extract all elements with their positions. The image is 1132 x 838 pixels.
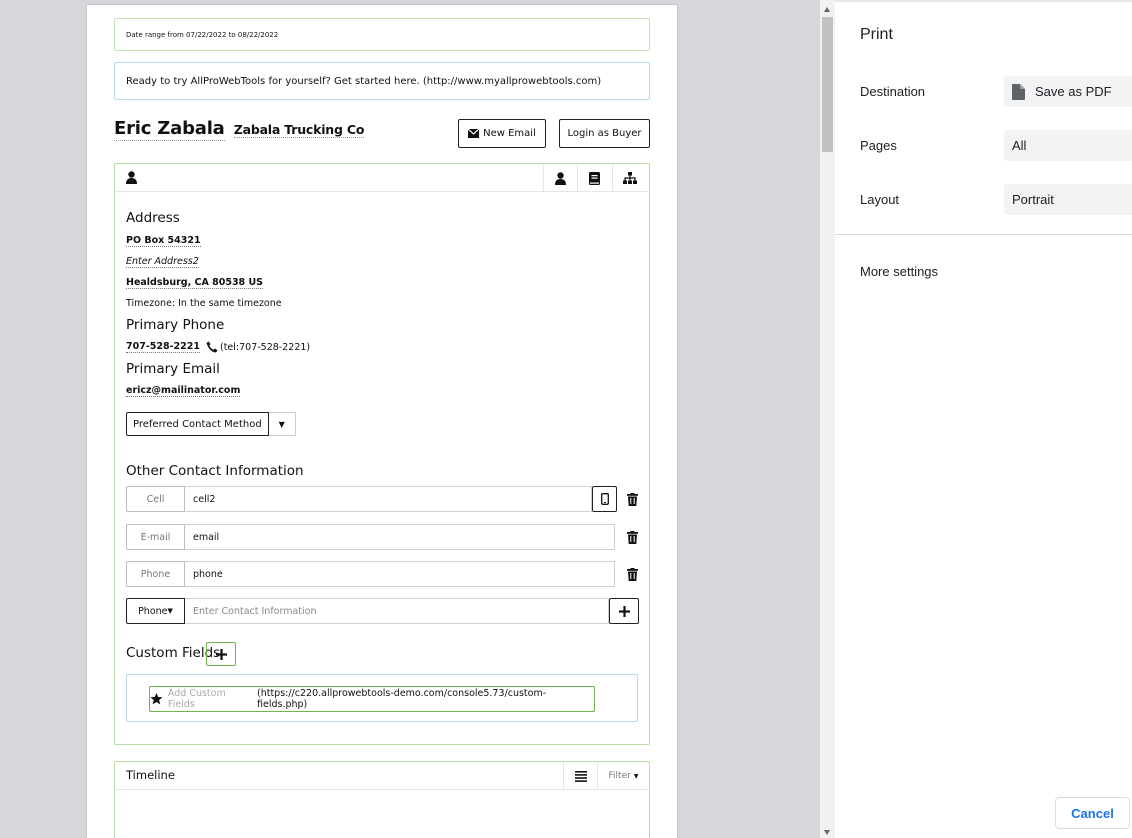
- person-icon: [555, 171, 566, 185]
- primary-phone-title: Primary Phone: [126, 317, 225, 333]
- preferred-contact-dropdown[interactable]: Preferred Contact Method ▼: [126, 412, 296, 436]
- pages-value: All: [1012, 138, 1027, 153]
- mobile-icon: [600, 493, 609, 505]
- scroll-thumb[interactable]: [822, 17, 833, 152]
- timeline-filter-label: Filter: [608, 771, 631, 781]
- primary-phone-number[interactable]: 707-528-2221: [126, 341, 200, 353]
- delete-email-button[interactable]: [625, 529, 639, 545]
- print-settings-panel: Print Destination Save as PDF Pages All …: [835, 0, 1132, 838]
- tab-notes[interactable]: [577, 164, 611, 192]
- contact-value-input[interactable]: email: [185, 524, 615, 550]
- contact-row-phone: Phone phone: [126, 561, 615, 587]
- contact-type-value: Phone: [138, 605, 168, 617]
- new-email-button[interactable]: New Email: [458, 119, 546, 148]
- timeline-card: Timeline Filter ▼: [114, 761, 650, 838]
- caret-down-icon[interactable]: ▼: [268, 412, 296, 436]
- new-contact-input[interactable]: Enter Contact Information: [185, 598, 609, 624]
- contact-type-label: E-mail: [126, 524, 185, 550]
- list-icon: [574, 770, 587, 782]
- date-range-text: Date range from 07/22/2022 to 08/22/2022: [126, 31, 279, 39]
- mobile-button[interactable]: [592, 486, 617, 512]
- cancel-label: Cancel: [1071, 805, 1114, 821]
- scroll-down-arrow[interactable]: [824, 830, 830, 835]
- pdf-file-icon: [1012, 83, 1025, 100]
- star-icon: [150, 693, 163, 705]
- org-chart-icon: [622, 172, 637, 184]
- primary-phone-row: 707-528-2221 (tel:707-528-2221): [126, 341, 310, 353]
- plus-icon: [215, 648, 227, 660]
- delete-phone-button[interactable]: [625, 566, 639, 582]
- destination-select[interactable]: Save as PDF: [1004, 76, 1132, 107]
- add-custom-fields-label: Add Custom Fields: [167, 688, 226, 710]
- login-as-buyer-label: Login as Buyer: [567, 128, 642, 139]
- primary-email-value[interactable]: ericz@mailinator.com: [126, 385, 241, 397]
- address-line2[interactable]: Enter Address2: [126, 256, 199, 268]
- tab-hierarchy[interactable]: [612, 164, 646, 192]
- timeline-title: Timeline: [126, 768, 175, 782]
- print-preview-area: Date range from 07/22/2022 to 08/22/2022…: [0, 0, 820, 838]
- contact-type-label: Phone: [126, 561, 185, 587]
- trash-icon: [626, 492, 638, 506]
- address-title: Address: [126, 210, 180, 226]
- primary-phone-tel: (tel:707-528-2221): [220, 341, 311, 353]
- preview-page: Date range from 07/22/2022 to 08/22/2022…: [87, 5, 677, 838]
- trash-icon: [626, 567, 638, 581]
- new-email-label: New Email: [483, 128, 536, 139]
- cancel-button[interactable]: Cancel: [1055, 797, 1130, 829]
- more-settings-toggle[interactable]: More settings: [860, 264, 938, 279]
- phone-icon[interactable]: [206, 341, 218, 353]
- timeline-list-button[interactable]: [563, 762, 597, 790]
- promo-banner: Ready to try AllProWebTools for yourself…: [114, 62, 650, 100]
- panel-divider: [835, 234, 1132, 235]
- add-custom-fields-link[interactable]: Add Custom Fields (https://c220.allprowe…: [149, 686, 595, 712]
- contact-header: Eric Zabala Zabala Trucking Co: [114, 118, 364, 141]
- contact-type-select[interactable]: Phone ▼: [126, 598, 185, 624]
- company-name[interactable]: Zabala Trucking Co: [233, 122, 364, 138]
- promo-text: Ready to try AllProWebTools for yourself…: [126, 76, 602, 87]
- layout-label: Layout: [860, 192, 900, 207]
- address-city-line[interactable]: Healdsburg, CA 80538 US: [126, 277, 264, 289]
- address-line1[interactable]: PO Box 54321: [126, 235, 201, 247]
- timezone-text: Timezone: In the same timezone: [126, 298, 282, 309]
- destination-label: Destination: [860, 84, 926, 99]
- layout-value: Portrait: [1012, 192, 1054, 207]
- delete-cell-button[interactable]: [625, 491, 639, 507]
- print-title: Print: [860, 26, 893, 43]
- date-range-banner: Date range from 07/22/2022 to 08/22/2022: [114, 18, 650, 51]
- contact-card: Address PO Box 54321 Enter Address2 Heal…: [114, 163, 650, 745]
- contact-name[interactable]: Eric Zabala: [114, 118, 225, 141]
- add-contact-button[interactable]: [609, 598, 639, 624]
- preferred-contact-label[interactable]: Preferred Contact Method: [126, 412, 269, 436]
- pages-select[interactable]: All: [1004, 130, 1132, 161]
- pages-label: Pages: [860, 138, 897, 153]
- timeline-filter-dropdown[interactable]: Filter ▼: [597, 762, 649, 790]
- tab-contact[interactable]: [543, 164, 577, 192]
- destination-value: Save as PDF: [1035, 84, 1112, 99]
- contact-card-header: [115, 164, 649, 192]
- other-contact-title: Other Contact Information: [126, 463, 304, 479]
- timeline-header: Timeline Filter ▼: [115, 762, 649, 790]
- new-contact-row: Phone ▼ Enter Contact Information: [126, 598, 639, 624]
- layout-select[interactable]: Portrait: [1004, 184, 1132, 215]
- contact-type-label: Cell: [126, 486, 185, 512]
- scroll-up-arrow[interactable]: [824, 7, 830, 12]
- add-custom-field-button[interactable]: [206, 642, 236, 666]
- trash-icon: [626, 530, 638, 544]
- book-icon: [589, 171, 600, 185]
- contact-row-cell: Cell cell2: [126, 486, 617, 512]
- person-icon: [126, 171, 137, 184]
- plus-icon: [618, 605, 630, 617]
- contact-value-input[interactable]: cell2: [185, 486, 592, 512]
- contact-row-email: E-mail email: [126, 524, 615, 550]
- login-as-buyer-button[interactable]: Login as Buyer: [559, 119, 650, 148]
- preview-scrollbar[interactable]: [820, 0, 835, 838]
- contact-value-input[interactable]: phone: [185, 561, 615, 587]
- primary-email-title: Primary Email: [126, 361, 220, 377]
- add-custom-fields-url: (https://c220.allprowebtools-demo.com/co…: [257, 688, 547, 710]
- envelope-icon: [468, 129, 480, 138]
